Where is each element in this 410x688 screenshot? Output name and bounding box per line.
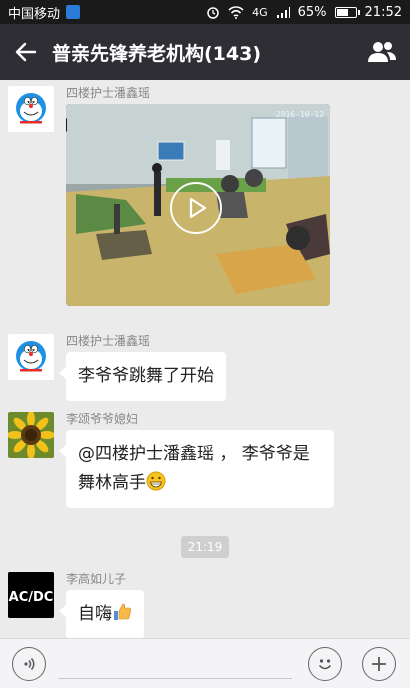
sender-name: 李颂爷爷媳妇: [66, 412, 139, 426]
signal-icon: [276, 6, 290, 18]
plus-icon: [372, 657, 386, 671]
time-separator: 21:19: [181, 536, 229, 558]
message-text-line: @四楼护士潘鑫瑶 ， 李爷爷是: [78, 444, 310, 464]
wifi-icon: [228, 5, 244, 19]
video-thumbnail[interactable]: 2016-10-12: [66, 104, 330, 306]
chat-input-bar: [0, 638, 410, 688]
message-text-content: 自嗨: [78, 604, 112, 624]
message-video: 四楼护士潘鑫瑶 2016-10-12: [8, 86, 330, 306]
message-bubble[interactable]: 李爷爷跳舞了开始: [59, 352, 226, 401]
thumbs-up-emoji: [114, 603, 132, 620]
message-text: 李颂爷爷媳妇 @四楼护士潘鑫瑶 ， 李爷爷是 舞林高手: [8, 412, 334, 508]
message-bubble[interactable]: 自嗨: [59, 590, 144, 638]
message-input[interactable]: [58, 678, 292, 679]
smiley-icon: [318, 659, 332, 670]
acdc-logo-text: AC/DC: [9, 590, 54, 605]
message-text-line: 舞林高手: [78, 473, 146, 493]
network-type-label: 4G: [252, 5, 268, 19]
notification-app-icon: [66, 5, 81, 19]
arrow-left-icon: [15, 42, 37, 62]
sender-name: 四楼护士潘鑫瑶: [66, 334, 151, 348]
carrier-label: 中国移动: [8, 6, 61, 22]
chat-message-list[interactable]: 四楼护士潘鑫瑶 2016-10-12 四楼护士潘鑫瑶 李爷爷跳舞了开始 李颂爷爷…: [0, 80, 410, 638]
message-bubble[interactable]: @四楼护士潘鑫瑶 ， 李爷爷是 舞林高手: [59, 430, 334, 508]
chat-title: 普亲先锋养老机构(143): [52, 42, 262, 65]
status-bar: 中国移动 4G 65% 21:52: [0, 0, 410, 24]
chat-header: 普亲先锋养老机构(143): [0, 24, 410, 80]
play-button[interactable]: [170, 182, 222, 234]
message-text: AC/DC 李高如儿子 自嗨: [8, 572, 144, 638]
doraemon-avatar[interactable]: [8, 86, 54, 132]
battery-icon: [334, 6, 360, 18]
message-text: 四楼护士潘鑫瑶 李爷爷跳舞了开始: [8, 334, 226, 401]
grinning-emoji: [146, 471, 166, 491]
play-icon: [189, 197, 207, 219]
video-timestamp: 2016-10-12: [275, 110, 324, 119]
message-text-content: 李爷爷跳舞了开始: [78, 366, 214, 386]
voice-icon: [24, 658, 35, 670]
acdc-logo-avatar[interactable]: AC/DC: [8, 572, 54, 618]
more-options-button[interactable]: [362, 647, 396, 681]
sunflower-avatar[interactable]: [8, 412, 54, 458]
sender-name: 李高如儿子: [66, 572, 127, 586]
voice-input-button[interactable]: [12, 647, 46, 681]
clock: 21:52: [364, 4, 402, 20]
emoji-button[interactable]: [308, 647, 342, 681]
group-info-button[interactable]: [354, 24, 410, 80]
group-members-icon: [368, 42, 396, 62]
battery-percent: 65%: [297, 4, 327, 20]
alarm-icon: [207, 7, 219, 19]
doraemon-avatar[interactable]: [8, 334, 54, 380]
back-button[interactable]: [0, 24, 52, 80]
sender-name: 四楼护士潘鑫瑶: [66, 86, 151, 100]
